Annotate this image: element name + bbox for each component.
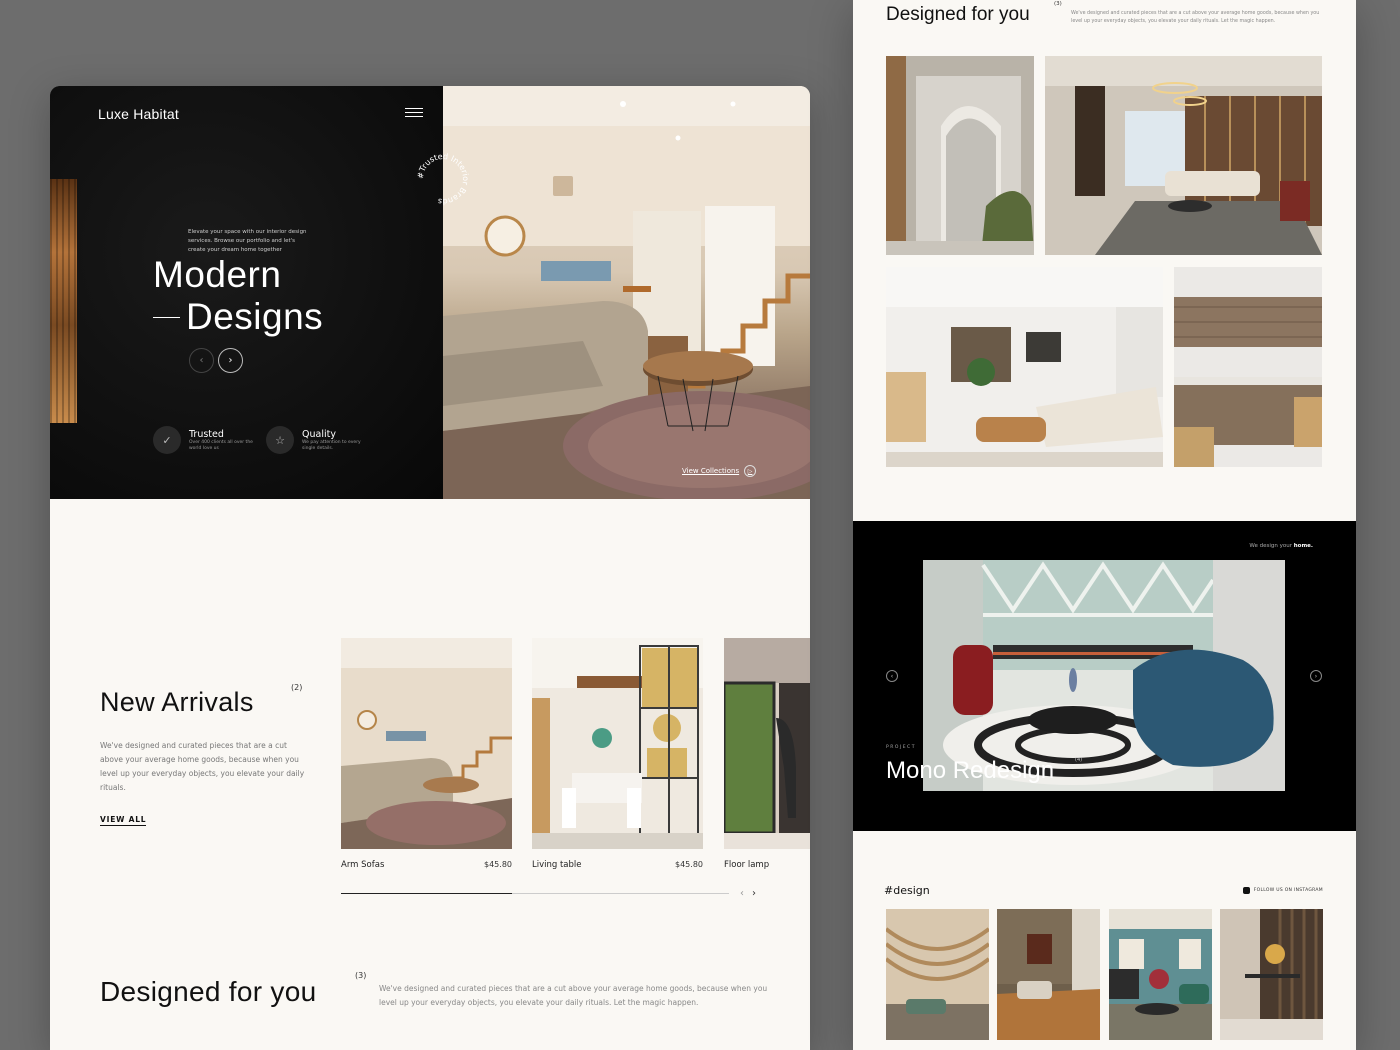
instagram-post-image xyxy=(997,909,1100,1040)
chevron-right-icon: › xyxy=(228,355,233,366)
instagram-post-image xyxy=(886,909,989,1040)
project-showcase-band: We design your home. ‹ › PROJECT Mono Re… xyxy=(853,521,1356,831)
floor-lamp-photo xyxy=(724,638,810,849)
chevron-left-icon: ‹ xyxy=(199,355,204,366)
hero-title: Modern Designs xyxy=(153,254,323,338)
living-table-photo xyxy=(532,638,703,849)
new-arrivals-count: (2) xyxy=(291,683,303,692)
chevron-left-icon: ‹ xyxy=(890,672,894,680)
hero-intro-text: Elevate your space with our interior des… xyxy=(188,229,307,253)
hamburger-menu-icon[interactable] xyxy=(405,108,423,118)
view-collections-link[interactable]: View Collections ▷ xyxy=(682,465,757,477)
star-icon: ☆ xyxy=(266,426,294,454)
arm-sofas-photo xyxy=(341,638,512,849)
designed-for-you-count: (3) xyxy=(355,971,367,980)
instagram-post[interactable] xyxy=(886,909,989,1040)
hero-next-button[interactable]: › xyxy=(218,348,243,373)
hero-photo-illustration xyxy=(443,86,810,499)
designed-for-you-title: Designed for you xyxy=(100,976,317,1007)
product-name[interactable]: Living table xyxy=(532,860,582,870)
gallery-image-living-room[interactable] xyxy=(886,267,1163,467)
product-name[interactable]: Arm Sofas xyxy=(341,860,384,870)
chevron-right-icon[interactable]: › xyxy=(752,888,756,899)
designed-for-you-title: Designed for you xyxy=(886,4,1030,25)
feature-trusted: ✓ Trusted Over 400 clients all over the … xyxy=(153,426,257,454)
living-room-photo xyxy=(886,267,1163,467)
feature-quality: ☆ Quality We pay attention to every sing… xyxy=(266,426,370,454)
view-all-link[interactable]: VIEW ALL xyxy=(100,815,147,826)
project-kicker: PROJECT xyxy=(886,745,916,750)
new-arrivals-title: New Arrivals xyxy=(100,687,254,717)
follow-instagram-label: FOLLOW US ON INSTAGRAM xyxy=(1253,888,1323,893)
carousel-progress-fill xyxy=(341,893,512,894)
feature-desc: We pay attention to every single details… xyxy=(302,439,361,451)
product-image[interactable] xyxy=(341,638,512,849)
product-image[interactable] xyxy=(724,638,810,849)
chevron-left-icon[interactable]: ‹ xyxy=(740,888,744,899)
hero-previous-slide-peek[interactable] xyxy=(50,179,77,423)
designed-for-you-desc: We've designed and curated pieces that a… xyxy=(379,984,768,1007)
instagram-hashtag: #design xyxy=(884,884,930,897)
band-tagline-prefix: We design your xyxy=(1249,543,1292,549)
gallery-image-lounge[interactable] xyxy=(1045,56,1322,255)
feature-title: Quality xyxy=(302,428,336,440)
title-dash xyxy=(153,316,180,318)
check-icon: ✓ xyxy=(153,426,181,454)
feature-title: Trusted xyxy=(189,428,224,440)
product-card[interactable]: Living table $45.80 xyxy=(532,638,703,870)
bathroom-photo xyxy=(886,56,1034,255)
new-arrivals-desc: We've designed and curated pieces that a… xyxy=(100,741,305,792)
band-next-button[interactable]: › xyxy=(1310,670,1322,682)
svg-text:#Trusted Interior Brands: #Trusted Interior Brands xyxy=(416,152,470,206)
product-price: $45.80 xyxy=(484,860,512,869)
instagram-post[interactable] xyxy=(1109,909,1212,1040)
instagram-post-image xyxy=(1109,909,1212,1040)
lounge-photo xyxy=(1045,56,1322,255)
product-card[interactable]: Arm Sofas $45.80 xyxy=(341,638,512,870)
trusted-brands-stamp: #Trusted Interior Brands xyxy=(416,152,470,206)
gallery-image-kitchen[interactable] xyxy=(1174,267,1322,467)
chevron-right-icon: › xyxy=(1314,672,1318,680)
landing-page: Luxe Habitat Elevate your space with our… xyxy=(50,86,810,1050)
hero-section: Luxe Habitat Elevate your space with our… xyxy=(50,86,810,499)
product-image[interactable] xyxy=(532,638,703,849)
gallery-image-bathroom[interactable] xyxy=(886,56,1034,255)
detail-page: Designed for you (3) We've designed and … xyxy=(853,0,1356,1050)
brand-logo[interactable]: Luxe Habitat xyxy=(98,106,179,122)
kitchen-photo xyxy=(1174,267,1322,467)
instagram-post-image xyxy=(1220,909,1323,1040)
hero-prev-button[interactable]: ‹ xyxy=(189,348,214,373)
hero-title-line2: Designs xyxy=(186,296,324,337)
instagram-post[interactable] xyxy=(1220,909,1323,1040)
product-card[interactable]: Floor lamp xyxy=(724,638,810,870)
product-price: $45.80 xyxy=(675,860,703,869)
hero-title-line1: Modern xyxy=(153,254,282,295)
project-title[interactable]: Mono Redesign xyxy=(886,757,1054,785)
feature-desc: Over 400 clients all over the world love… xyxy=(189,439,253,451)
product-name[interactable]: Floor lamp xyxy=(724,860,769,870)
hero-living-room-image xyxy=(443,86,810,499)
carousel-arrows: ‹ › xyxy=(740,888,756,899)
band-tagline: We design your home. xyxy=(1249,543,1313,549)
band-prev-button[interactable]: ‹ xyxy=(886,670,898,682)
designed-for-you-count: (3) xyxy=(1054,1,1062,7)
view-collections-label: View Collections xyxy=(682,467,740,475)
band-tagline-strong: home. xyxy=(1293,543,1313,549)
stamp-text: #Trusted Interior Brands xyxy=(416,152,470,206)
instagram-post[interactable] xyxy=(997,909,1100,1040)
instagram-icon xyxy=(1242,887,1250,894)
play-circle-icon: ▷ xyxy=(744,465,757,477)
follow-instagram-link[interactable]: FOLLOW US ON INSTAGRAM xyxy=(1242,887,1323,894)
designed-for-you-desc: We've designed and curated pieces that a… xyxy=(1071,11,1320,24)
carousel-progress-track[interactable] xyxy=(341,893,729,894)
project-count: (4) xyxy=(1075,757,1083,763)
